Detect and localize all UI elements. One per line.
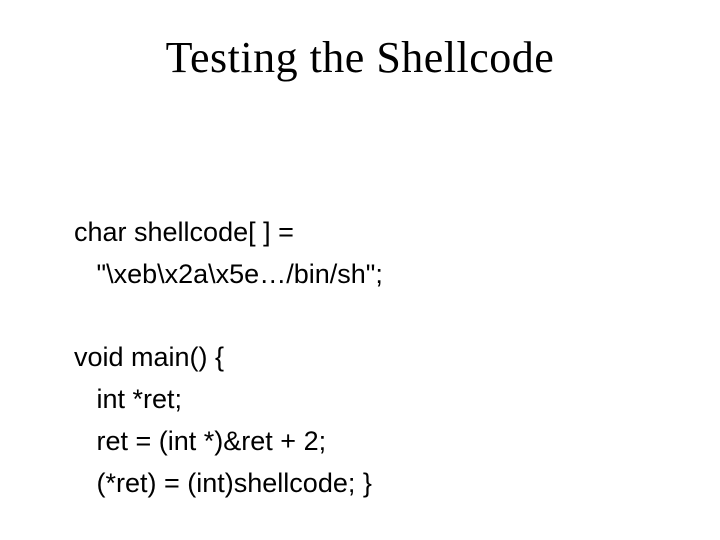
code-line: char shellcode[ ] = bbox=[74, 217, 294, 247]
slide-title: Testing the Shellcode bbox=[0, 32, 720, 83]
code-line: int *ret; bbox=[74, 384, 182, 414]
code-line: "\xeb\x2a\x5e…/bin/sh"; bbox=[74, 259, 383, 289]
code-line: void main() { bbox=[74, 342, 224, 372]
code-line: ret = (int *)&ret + 2; bbox=[74, 426, 326, 456]
code-block: char shellcode[ ] = "\xeb\x2a\x5e…/bin/s… bbox=[74, 170, 660, 505]
slide: Testing the Shellcode char shellcode[ ] … bbox=[0, 0, 720, 540]
code-line: (*ret) = (int)shellcode; } bbox=[74, 468, 372, 498]
